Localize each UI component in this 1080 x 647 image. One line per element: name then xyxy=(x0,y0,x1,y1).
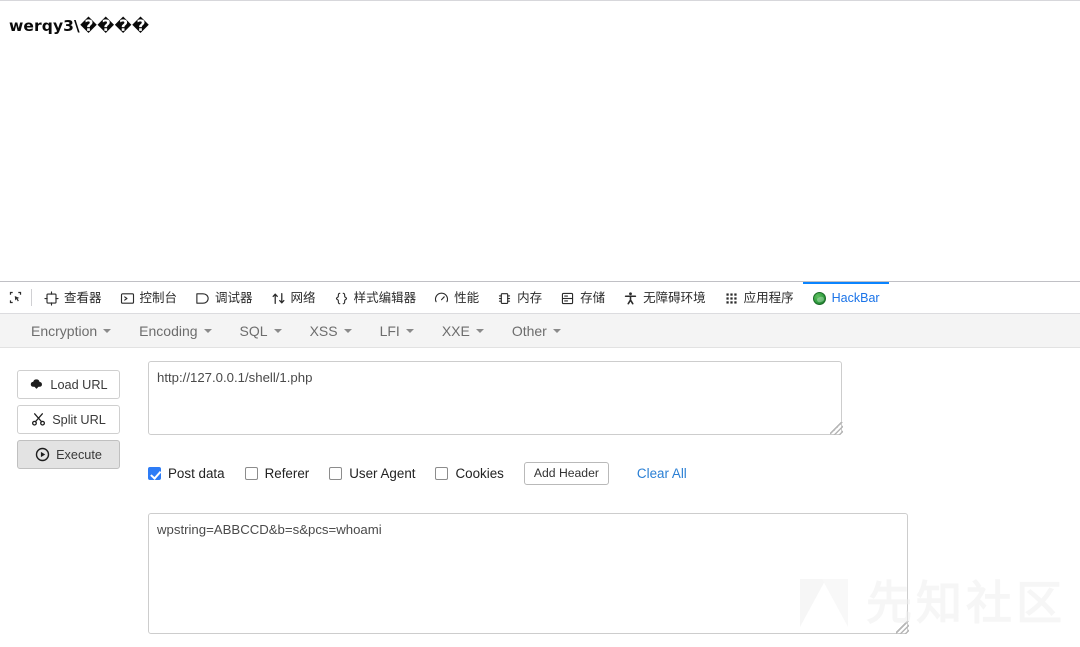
menu-other-label: Other xyxy=(511,322,547,339)
element-picker-icon xyxy=(8,290,23,305)
browser-page-viewport: werqy3\���� xyxy=(0,0,1080,281)
memory-icon xyxy=(497,291,512,306)
tab-memory-label: 内存 xyxy=(517,291,543,306)
page-response-text: werqy3\���� xyxy=(9,17,150,35)
scissors-icon xyxy=(31,412,46,427)
tab-memory[interactable]: 内存 xyxy=(488,282,551,313)
hackbar-icon xyxy=(812,291,827,306)
load-url-label: Load URL xyxy=(50,377,108,392)
hackbar-menubar: Encryption Encoding SQL XSS LFI XXE Othe… xyxy=(0,314,1080,348)
checkbox-referer[interactable]: Referer xyxy=(244,465,310,481)
add-header-button[interactable]: Add Header xyxy=(523,461,609,485)
url-input[interactable] xyxy=(148,361,842,435)
tab-performance[interactable]: 性能 xyxy=(425,282,488,313)
tab-application-label: 应用程序 xyxy=(743,291,794,306)
checkbox-user-agent-box xyxy=(329,466,343,480)
tab-accessibility[interactable]: 无障碍环境 xyxy=(614,282,715,313)
menu-xss-label: XSS xyxy=(309,322,338,339)
tab-console[interactable]: 控制台 xyxy=(111,282,187,313)
tab-inspector[interactable]: 查看器 xyxy=(35,282,111,313)
menu-encryption-label: Encryption xyxy=(31,322,98,339)
checkbox-post-data[interactable]: Post data xyxy=(148,466,225,481)
checkbox-cookies[interactable]: Cookies xyxy=(435,465,504,481)
tab-style-editor-label: 样式编辑器 xyxy=(353,291,417,306)
hackbar-options-row: Post data Referer User Agent Cookies Add… xyxy=(148,461,687,485)
tab-hackbar-label: HackBar xyxy=(831,291,880,306)
checkbox-cookies-box xyxy=(435,466,449,480)
tab-performance-label: 性能 xyxy=(454,291,480,306)
checkbox-user-agent[interactable]: User Agent xyxy=(329,466,415,481)
menu-encoding-label: Encoding xyxy=(139,322,198,339)
network-icon xyxy=(271,291,286,306)
menu-encryption[interactable]: Encryption xyxy=(18,319,124,343)
element-picker-button[interactable] xyxy=(0,282,30,313)
chevron-down-icon xyxy=(343,328,352,333)
chevron-down-icon xyxy=(552,328,561,333)
hackbar-action-buttons: Load URL Split URL Execute xyxy=(17,370,120,469)
storage-icon xyxy=(560,291,575,306)
menu-sql-label: SQL xyxy=(239,322,268,339)
play-circle-icon xyxy=(35,447,50,462)
tab-application[interactable]: 应用程序 xyxy=(715,282,803,313)
menu-xxe[interactable]: XXE xyxy=(429,319,497,343)
devtools-tabbar: 查看器 控制台 调试器 网络 样式编辑器 性能 内存 存储 无障碍环境 应用程序… xyxy=(0,282,1080,314)
tab-accessibility-label: 无障碍环境 xyxy=(643,291,706,306)
checkbox-referer-label: Referer xyxy=(264,465,310,481)
tab-console-label: 控制台 xyxy=(139,291,178,306)
tab-network-label: 网络 xyxy=(290,291,316,306)
load-url-button[interactable]: Load URL xyxy=(17,370,120,399)
menu-other[interactable]: Other xyxy=(499,319,574,343)
checkbox-post-data-label: Post data xyxy=(168,465,225,481)
split-url-label: Split URL xyxy=(52,412,106,427)
checkbox-post-data-box xyxy=(148,466,161,480)
menu-xxe-label: XXE xyxy=(441,322,470,339)
checkbox-referer-box xyxy=(244,466,258,480)
debugger-icon xyxy=(195,291,210,306)
application-icon xyxy=(724,291,739,306)
execute-label: Execute xyxy=(56,447,102,462)
menu-lfi-label: LFI xyxy=(379,322,400,339)
accessibility-icon xyxy=(623,291,638,306)
chevron-down-icon xyxy=(103,328,112,333)
tab-storage-label: 存储 xyxy=(580,291,606,306)
chevron-down-icon xyxy=(475,328,484,333)
tab-debugger[interactable]: 调试器 xyxy=(186,282,262,313)
tab-hackbar[interactable]: HackBar xyxy=(802,282,889,313)
tab-inspector-label: 查看器 xyxy=(64,291,102,306)
menu-lfi[interactable]: LFI xyxy=(367,319,427,343)
tabbar-separator xyxy=(31,289,32,306)
chevron-down-icon xyxy=(273,328,282,333)
post-data-input[interactable] xyxy=(148,513,908,634)
clear-all-link[interactable]: Clear All xyxy=(637,466,687,481)
checkbox-cookies-label: Cookies xyxy=(455,465,504,481)
checkbox-user-agent-label: User Agent xyxy=(349,465,416,481)
chevron-down-icon xyxy=(203,328,212,333)
tab-network[interactable]: 网络 xyxy=(262,282,325,313)
menu-xss[interactable]: XSS xyxy=(297,319,365,343)
chevron-down-icon xyxy=(405,328,414,333)
style-editor-icon xyxy=(334,291,349,306)
tab-style-editor[interactable]: 样式编辑器 xyxy=(325,282,426,313)
performance-icon xyxy=(434,291,449,306)
tab-debugger-label: 调试器 xyxy=(215,291,253,306)
execute-button[interactable]: Execute xyxy=(17,440,120,469)
inspector-icon xyxy=(44,291,59,306)
menu-encoding[interactable]: Encoding xyxy=(126,319,224,343)
menu-sql[interactable]: SQL xyxy=(227,319,295,343)
console-icon xyxy=(120,291,135,306)
split-url-button[interactable]: Split URL xyxy=(17,405,120,434)
tab-storage[interactable]: 存储 xyxy=(551,282,614,313)
cloud-download-icon xyxy=(29,377,44,392)
